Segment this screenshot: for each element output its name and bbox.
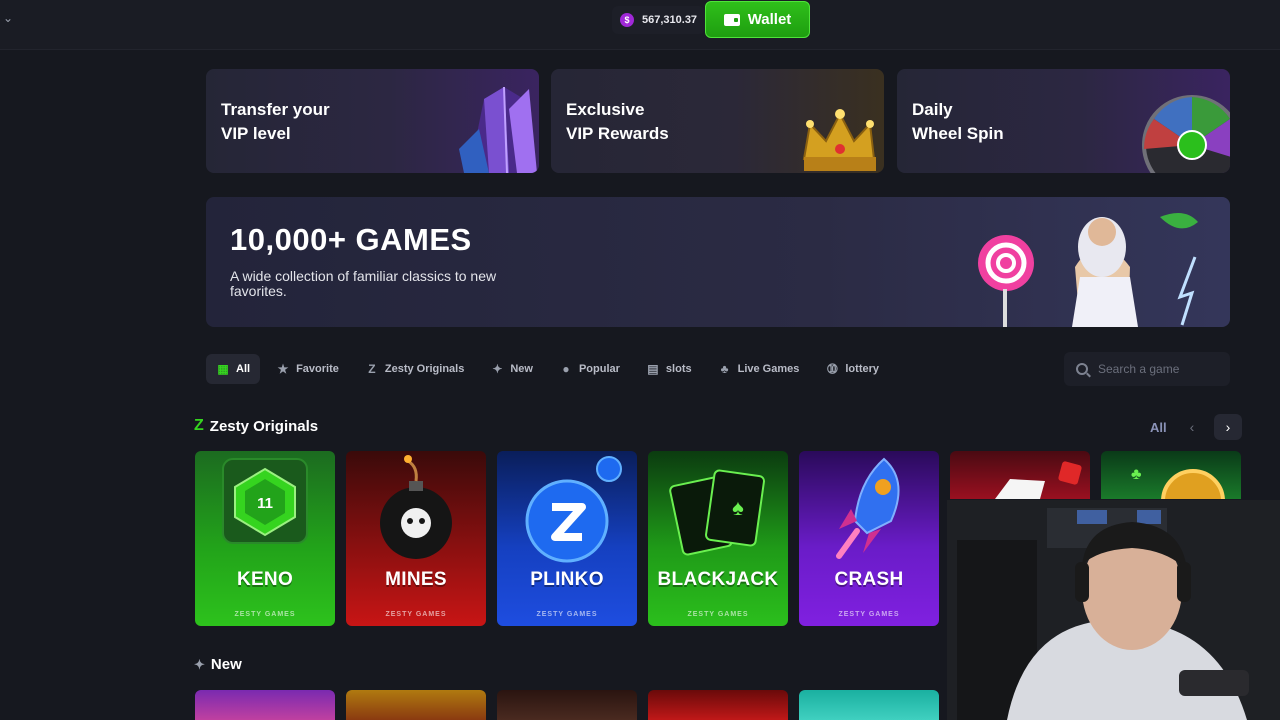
slot-machine-icon: ▤ <box>647 362 659 376</box>
lottery-ball-icon: ➉ <box>827 362 838 376</box>
tab-label: lottery <box>845 363 879 375</box>
tab-label: New <box>510 363 533 375</box>
tab-favorite[interactable]: ★ Favorite <box>266 354 349 384</box>
game-card-blackjack[interactable]: ♠ BLACKJACK ZESTY GAMES <box>648 451 788 626</box>
tab-label: slots <box>665 363 692 375</box>
search-input[interactable] <box>1098 362 1218 376</box>
section-title-originals: Z Zesty Originals <box>194 417 318 435</box>
promo-title-line1: Transfer your <box>221 100 330 119</box>
star-icon: ★ <box>277 362 289 376</box>
promo-title-line2: VIP level <box>221 124 291 143</box>
cards-icon: ♣ <box>720 362 729 376</box>
game-card-new[interactable] <box>497 690 637 720</box>
chevron-down-icon[interactable]: ⌄ <box>0 8 16 28</box>
game-studio: ZESTY GAMES <box>687 611 749 618</box>
game-card-new[interactable] <box>648 690 788 720</box>
wallet-icon <box>723 13 740 26</box>
section-title-text: Zesty Originals <box>209 417 319 435</box>
keno-badge: 11 <box>257 495 273 512</box>
game-card-new[interactable] <box>799 690 939 720</box>
promo-transfer-vip[interactable]: Transfer your VIP level <box>206 69 539 173</box>
wallet-button[interactable]: Wallet <box>705 1 810 38</box>
promo-title-line1: Daily <box>912 100 953 119</box>
tab-label: Zesty Originals <box>384 363 465 375</box>
bomb-icon <box>380 455 452 559</box>
balance-amount: 567,310.37 <box>642 14 698 26</box>
rocket-icon <box>836 457 900 559</box>
game-studio: ZESTY GAMES <box>234 611 296 618</box>
webcam-overlay <box>947 500 1280 720</box>
game-card-crash[interactable]: CRASH ZESTY GAMES <box>799 451 939 626</box>
flame-icon: ● <box>562 362 570 376</box>
hero-subtitle: A wide collection of familiar classics t… <box>230 268 497 299</box>
crystal-tower-icon <box>459 86 537 173</box>
playing-cards-icon: ♠ <box>669 469 765 556</box>
tab-zesty-originals[interactable]: Z Zesty Originals <box>355 354 474 384</box>
sparkle-star-icon: ✦ <box>194 656 205 672</box>
game-card-gold-coin[interactable]: ♣ <box>1101 451 1241 499</box>
promo-title-line1: Exclusive <box>566 100 645 119</box>
game-card-plinko[interactable]: PLINKO ZESTY GAMES <box>497 451 637 626</box>
promo-daily-wheel[interactable]: Daily Wheel Spin <box>897 69 1230 173</box>
game-name: KENO <box>236 569 294 590</box>
gold-coin-icon: ♣ <box>1131 466 1225 499</box>
balance-display[interactable]: $ 567,310.37 <box>612 6 706 34</box>
streamer-camera-image <box>947 500 1280 720</box>
grid-icon: ▦ <box>217 362 229 376</box>
crown-icon <box>802 109 876 171</box>
tab-label: All <box>236 363 251 375</box>
tab-all[interactable]: ▦ All <box>206 354 261 384</box>
svg-text:♠: ♠ <box>732 495 744 520</box>
tab-label: Live Games <box>737 363 800 375</box>
hero-title: 10,000+ GAMES <box>230 222 472 257</box>
chevron-right-icon[interactable]: › <box>1214 414 1242 440</box>
view-all-link[interactable]: All <box>1150 420 1170 435</box>
game-name: BLACKJACK <box>657 569 779 590</box>
game-card-mines[interactable]: MINES ZESTY GAMES <box>346 451 486 626</box>
game-name: PLINKO <box>530 569 604 590</box>
game-studio: ZESTY GAMES <box>385 611 447 618</box>
wheel-icon <box>1142 95 1230 173</box>
zesty-logo-icon: Z <box>368 362 376 376</box>
tab-popular[interactable]: ● Popular <box>549 354 630 384</box>
section-title-text: New <box>210 656 242 673</box>
svg-text:♣: ♣ <box>1131 466 1142 483</box>
game-name: CRASH <box>834 569 904 590</box>
promo-title-line2: Wheel Spin <box>912 124 1004 143</box>
wallet-label: Wallet <box>747 11 792 28</box>
tab-new[interactable]: ✦ New <box>480 354 543 384</box>
originals-nav: All ‹ › <box>1150 414 1242 440</box>
top-bar: ⌄ $ 567,310.37 Wallet <box>0 0 1280 50</box>
game-studio: ZESTY GAMES <box>536 611 598 618</box>
promo-title-line2: VIP Rewards <box>566 124 669 143</box>
game-name: MINES <box>385 569 447 590</box>
section-title-new: ✦ New <box>194 656 242 673</box>
sparkle-star-icon: ✦ <box>492 362 503 376</box>
dice-icon <box>995 461 1082 499</box>
tab-label: Favorite <box>296 363 339 375</box>
category-tabs: ▦ All ★ Favorite Z Zesty Originals ✦ New… <box>206 354 895 384</box>
game-card-new[interactable] <box>195 690 335 720</box>
game-card-keno[interactable]: 11 KENO ZESTY GAMES <box>195 451 335 626</box>
tab-label: Popular <box>578 363 620 375</box>
hero-banner[interactable]: 10,000+ GAMES A wide collection of famil… <box>206 197 1230 327</box>
zesty-logo-icon: Z <box>194 417 204 434</box>
tab-lottery[interactable]: ➉ lottery <box>815 354 889 384</box>
tab-live-games[interactable]: ♣ Live Games <box>708 354 810 384</box>
search-box[interactable] <box>1064 352 1230 386</box>
game-card-new[interactable] <box>346 690 486 720</box>
dollar-coin-icon: $ <box>620 13 634 27</box>
plinko-ball-icon <box>525 456 622 563</box>
promo-vip-rewards[interactable]: Exclusive VIP Rewards <box>551 69 884 173</box>
game-card-dice[interactable] <box>950 451 1090 499</box>
search-icon <box>1076 363 1088 375</box>
game-studio: ZESTY GAMES <box>838 611 900 618</box>
tab-slots[interactable]: ▤ slots <box>636 354 702 384</box>
gem-icon: 11 <box>222 458 308 544</box>
chevron-left-icon[interactable]: ‹ <box>1178 414 1206 440</box>
zeus-illustration-icon <box>978 213 1198 327</box>
